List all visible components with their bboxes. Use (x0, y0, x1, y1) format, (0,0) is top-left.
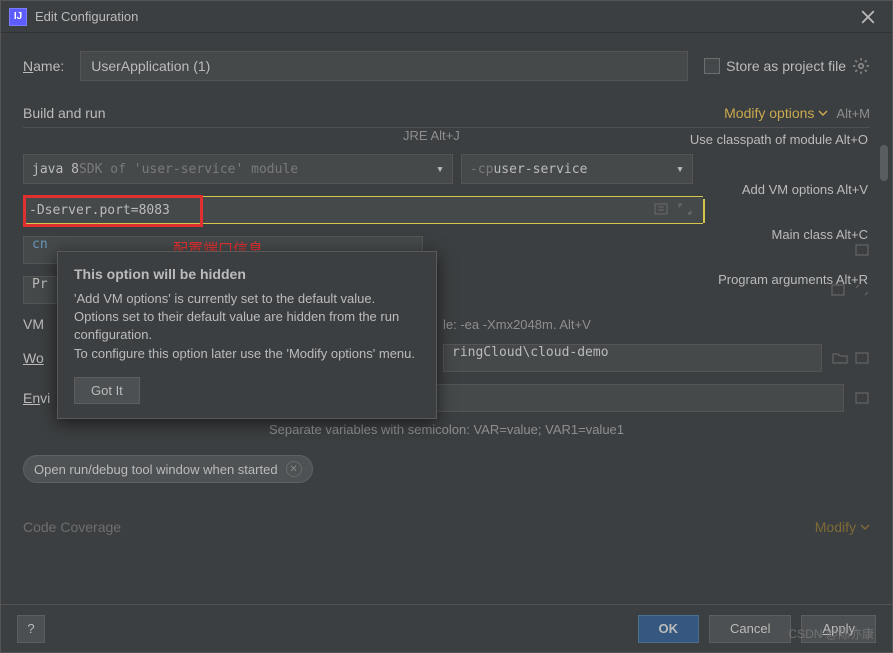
remove-chip-icon[interactable]: ✕ (286, 461, 302, 477)
vm-options-input[interactable]: -Dserver.port=8083 (23, 196, 703, 224)
scrollbar-thumb[interactable] (880, 145, 888, 181)
chevron-down-icon: ▾ (436, 162, 444, 177)
folder-icon[interactable] (832, 350, 848, 366)
store-checkbox[interactable] (704, 58, 720, 74)
chevron-down-icon: ▾ (676, 162, 684, 177)
tooltip-body: 'Add VM options' is currently set to the… (74, 290, 420, 363)
floating-hints: Use classpath of module Alt+O Add VM opt… (690, 128, 870, 291)
chevron-down-icon (818, 108, 828, 118)
modify-coverage-link[interactable]: Modify (815, 519, 870, 535)
titlebar: IJ Edit Configuration (1, 1, 892, 33)
tooltip-title: This option will be hidden (74, 266, 420, 282)
name-label: Name: (23, 58, 64, 74)
hint-classpath: Use classpath of module Alt+O (690, 128, 870, 151)
got-it-button[interactable]: Got It (74, 377, 140, 404)
hint-vm: Add VM options Alt+V (690, 178, 870, 201)
window-title: Edit Configuration (35, 9, 852, 24)
history-icon[interactable] (653, 201, 669, 217)
chevron-down-icon (860, 522, 870, 532)
watermark: CSDN @陈亦康 (788, 625, 874, 642)
working-directory-input[interactable]: ringCloud\cloud-demo (443, 344, 822, 372)
hidden-option-tooltip: This option will be hidden 'Add VM optio… (57, 251, 437, 419)
code-coverage-header: Code Coverage Modify (23, 519, 870, 535)
history-icon[interactable] (854, 350, 870, 366)
build-run-header: Build and run Modify options Alt+M (23, 105, 870, 121)
classpath-dropdown[interactable]: -cp user-service ▾ (461, 154, 693, 184)
store-as-project-file[interactable]: Store as project file (704, 57, 870, 75)
history-icon[interactable] (854, 390, 870, 406)
open-tool-window-chip[interactable]: Open run/debug tool window when started … (23, 455, 313, 483)
env-helper-text: Separate variables with semicolon: VAR=v… (23, 422, 870, 437)
ok-button[interactable]: OK (638, 615, 700, 643)
help-button[interactable]: ? (17, 615, 45, 643)
gear-icon[interactable] (852, 57, 870, 75)
hint-main: Main class Alt+C (690, 223, 870, 246)
code-coverage-label: Code Coverage (23, 519, 121, 535)
scrollbar[interactable] (880, 145, 888, 565)
cancel-button[interactable]: Cancel (709, 615, 791, 643)
jre-dropdown[interactable]: java 8 SDK of 'user-service' module ▾ (23, 154, 453, 184)
close-icon[interactable] (852, 3, 884, 31)
dialog-footer: ? OK Cancel Apply (1, 604, 892, 652)
jre-hint: JRE Alt+J (403, 128, 460, 143)
intellij-icon: IJ (9, 8, 27, 26)
modify-options-link[interactable]: Modify options Alt+M (724, 105, 870, 121)
hint-args: Program arguments Alt+R (690, 268, 870, 291)
name-input[interactable] (80, 51, 688, 81)
name-row: Name: Store as project file (23, 51, 870, 81)
edit-configuration-dialog: IJ Edit Configuration Name: Store as pro… (0, 0, 893, 653)
build-run-title: Build and run (23, 105, 106, 121)
